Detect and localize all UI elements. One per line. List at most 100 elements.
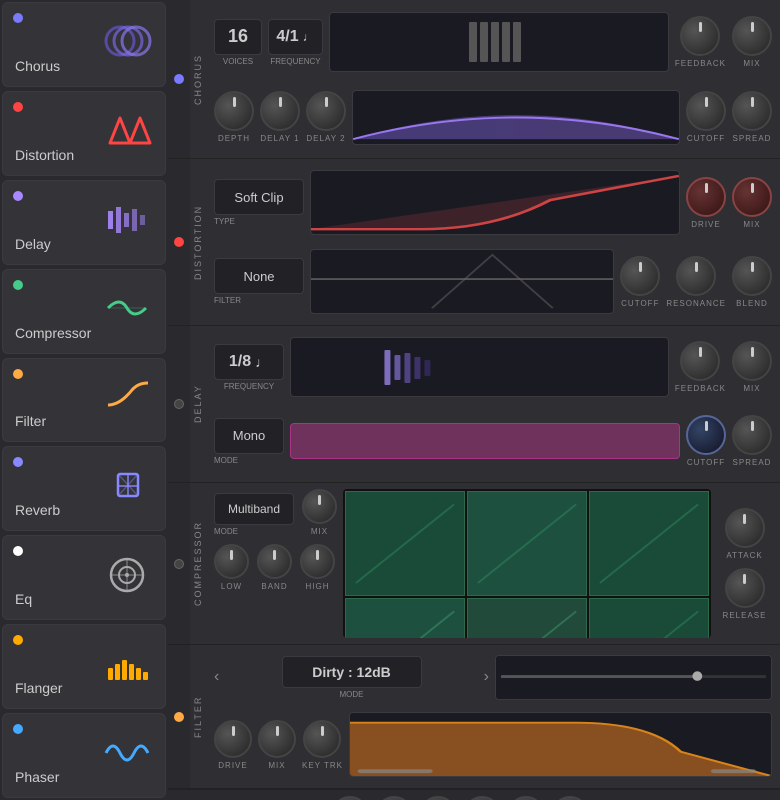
sidebar-item-delay[interactable]: Delay (2, 180, 166, 265)
filter-keytrk-knob[interactable]: KEY TRK (302, 720, 343, 770)
compressor-grid-display (343, 489, 711, 638)
compressor-icon (100, 286, 155, 336)
filter-label: Filter (15, 413, 46, 429)
sidebar-item-compressor[interactable]: Compressor (2, 269, 166, 354)
chorus-curve-display (352, 90, 680, 145)
distortion-blend-knob[interactable]: BLEND (732, 256, 772, 308)
filter-active-dot[interactable] (174, 712, 184, 722)
filter-drive-knob[interactable]: DRIVE (214, 720, 252, 770)
comp-cell-6 (589, 598, 709, 638)
chorus-active-dot[interactable] (174, 74, 184, 84)
chorus-spread-knob[interactable]: SPREAD (732, 91, 772, 143)
chorus-section-label: CHORUS (190, 0, 206, 158)
sidebar-item-chorus[interactable]: Chorus (2, 2, 166, 87)
distortion-filter-label: FILTER (214, 296, 304, 305)
bottom-bar: LOW HIGH (168, 789, 780, 800)
distortion-label: Distortion (15, 147, 74, 163)
distortion-active-dot[interactable] (174, 237, 184, 247)
sidebar-item-flanger[interactable]: Flanger (2, 624, 166, 709)
compressor-mix-knob[interactable]: MIX (302, 489, 337, 536)
chorus-voices-label: VOICES (223, 57, 253, 66)
eq-icon (100, 553, 155, 603)
delay-mode-label: MODE (214, 456, 284, 465)
delay-mode-value[interactable]: Mono (214, 418, 284, 454)
distortion-resonance-knob[interactable]: RESONANCE (666, 256, 726, 308)
chorus-dot (13, 13, 23, 23)
sidebar-item-filter[interactable]: Filter (2, 358, 166, 443)
bottom-knob-3[interactable] (420, 796, 456, 800)
filter-mode-value[interactable]: Dirty : 12dB (282, 656, 422, 688)
compressor-mode-value[interactable]: Multiband (214, 493, 294, 525)
bottom-knob-6[interactable] (552, 796, 588, 800)
filter-content: ‹ Dirty : 12dB MODE › (206, 645, 780, 788)
filter-dot (13, 369, 23, 379)
compressor-band-knob[interactable]: BAND (257, 544, 292, 591)
phaser-dot (13, 724, 23, 734)
compressor-section: COMPRESSOR Multiband MODE MIX (168, 483, 780, 645)
chorus-cutoff-knob[interactable]: CUTOFF (686, 91, 726, 143)
sidebar: Chorus Distortion Delay (0, 0, 168, 800)
eq-label: Eq (15, 591, 32, 607)
delay-icon (100, 197, 155, 247)
chorus-feedback-knob[interactable]: FEEDBACK (675, 16, 726, 68)
distortion-curve-display (310, 170, 680, 235)
chorus-depth-knob[interactable]: DEPTH (214, 91, 254, 143)
distortion-mix-knob[interactable]: MIX (732, 177, 772, 229)
sidebar-item-distortion[interactable]: Distortion (2, 91, 166, 176)
distortion-dot (13, 102, 23, 112)
delay-label: Delay (15, 236, 51, 252)
delay-content: 1/8 ♩ FREQUENCY (206, 326, 780, 482)
chorus-content: 16 VOICES 4/1 ♩ FREQUENCY (206, 0, 780, 158)
filter-mode-next[interactable]: › (484, 668, 489, 686)
distortion-filter-curve (310, 249, 614, 314)
filter-mode-prev[interactable]: ‹ (214, 668, 219, 686)
distortion-drive-knob[interactable]: DRIVE (686, 177, 726, 229)
distortion-section: DISTORTION Soft Clip TYPE (168, 159, 780, 326)
filter-mix-knob[interactable]: MIX (258, 720, 296, 770)
chorus-frequency-value[interactable]: 4/1 ♩ (268, 19, 323, 55)
distortion-type-value[interactable]: Soft Clip (214, 179, 304, 215)
compressor-active-dot[interactable] (174, 559, 184, 569)
sidebar-item-eq[interactable]: Eq (2, 535, 166, 620)
bottom-knob-5[interactable] (508, 796, 544, 800)
compressor-mode-label: MODE (214, 527, 294, 536)
comp-cell-2 (467, 491, 587, 596)
delay-waveform (290, 337, 669, 397)
chorus-label: Chorus (15, 58, 60, 74)
delay-section-label: DELAY (190, 326, 206, 482)
delay-feedback-knob[interactable]: FEEDBACK (675, 341, 726, 393)
delay-dot (13, 191, 23, 201)
chorus-delay1-knob[interactable]: DELAY 1 (260, 91, 300, 143)
delay-frequency-value[interactable]: 1/8 ♩ (214, 344, 284, 380)
comp-cell-4 (345, 598, 465, 638)
compressor-section-label: COMPRESSOR (190, 483, 206, 644)
delay-mix-knob[interactable]: MIX (732, 341, 772, 393)
compressor-dot (13, 280, 23, 290)
reverb-label: Reverb (15, 502, 60, 518)
delay-cutoff-knob[interactable]: CUTOFF (686, 415, 726, 467)
chorus-mix-knob[interactable]: MIX (732, 16, 772, 68)
distortion-cutoff-knob[interactable]: CUTOFF (620, 256, 660, 308)
sidebar-item-phaser[interactable]: Phaser (2, 713, 166, 798)
chorus-voices-value[interactable]: 16 (214, 19, 262, 55)
bottom-knob-2[interactable] (376, 796, 412, 800)
compressor-attack-knob[interactable]: ATTACK (725, 508, 765, 560)
compressor-high-knob[interactable]: HIGH (300, 544, 335, 591)
distortion-filter-value[interactable]: None (214, 258, 304, 294)
chorus-delay2-knob[interactable]: DELAY 2 (306, 91, 346, 143)
eq-dot (13, 546, 23, 556)
bottom-knob-1[interactable] (332, 796, 368, 800)
distortion-type-label: TYPE (214, 217, 304, 226)
compressor-content: Multiband MODE MIX LOW (206, 483, 780, 644)
sidebar-item-reverb[interactable]: Reverb (2, 446, 166, 531)
compressor-label: Compressor (15, 325, 91, 341)
bottom-knob-4[interactable] (464, 796, 500, 800)
compressor-low-knob[interactable]: LOW (214, 544, 249, 591)
chorus-section: CHORUS 16 VOICES 4/1 ♩ FREQUENCY (168, 0, 780, 159)
delay-active-dot[interactable] (174, 399, 184, 409)
compressor-release-knob[interactable]: RELEASE (723, 568, 767, 620)
phaser-label: Phaser (15, 769, 59, 785)
delay-spread-knob[interactable]: SPREAD (732, 415, 772, 467)
comp-cell-5 (467, 598, 587, 638)
distortion-section-label: DISTORTION (190, 159, 206, 325)
